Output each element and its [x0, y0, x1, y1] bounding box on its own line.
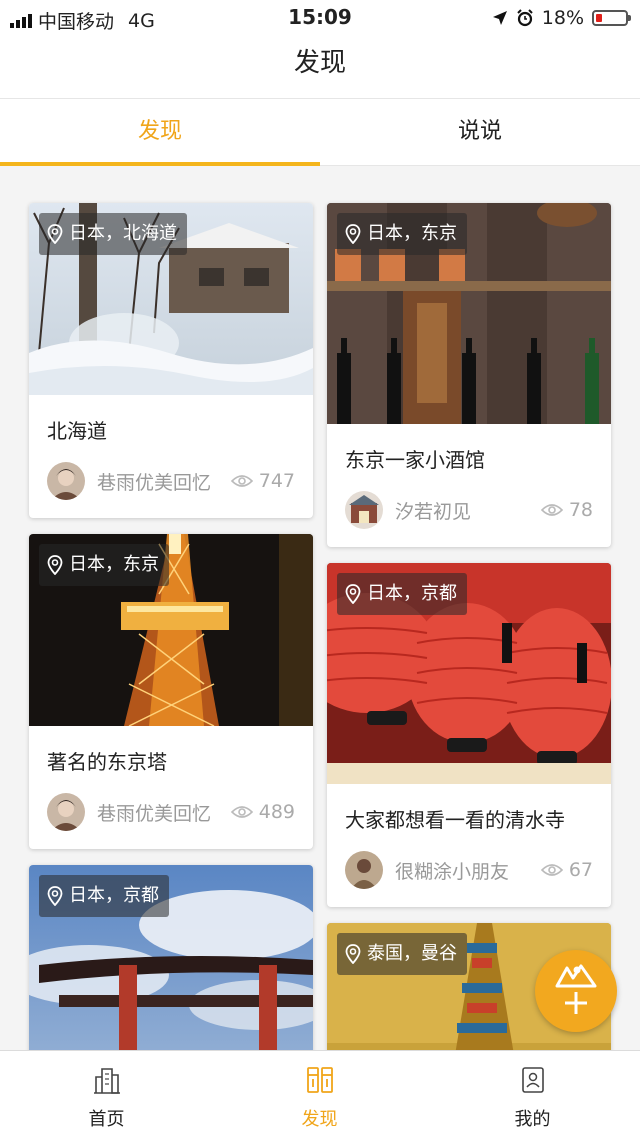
add-photo-icon — [555, 964, 597, 1014]
tab-profile[interactable]: 我的 — [426, 1051, 639, 1137]
building-icon — [93, 1068, 120, 1094]
author-name[interactable]: 巷雨优美回忆 — [97, 799, 231, 826]
location-pin-icon — [345, 224, 361, 244]
tab-discover[interactable]: 发现 — [0, 99, 320, 165]
location-tag: 日本，京都 — [39, 875, 169, 917]
nav-bar: 发现 — [0, 40, 640, 98]
tab-profile-label: 我的 — [514, 1109, 551, 1130]
location-pin-icon — [345, 944, 361, 964]
post-title: 北海道 — [47, 419, 107, 443]
red-lanterns-photo: 日本，京都 — [327, 563, 611, 784]
post-card[interactable]: 日本，东京 东京一家小酒馆 汐若初见 78 — [327, 203, 611, 547]
post-card[interactable]: 日本，京都 大家都想看一看的清水寺 很糊涂小朋友 67 — [327, 563, 611, 907]
tab-home[interactable]: 首页 — [0, 1051, 213, 1137]
feed-column-left: 日本，北海道 北海道 巷雨优美回忆 747 日本，东京 著名的东京塔 巷雨优美回… — [29, 203, 313, 1051]
profile-card-icon — [521, 1067, 544, 1093]
snowy-village-photo: 日本，北海道 — [29, 203, 313, 395]
post-card[interactable]: 日本，东京 著名的东京塔 巷雨优美回忆 489 — [29, 534, 313, 849]
tokyo-tower-photo: 日本，东京 — [29, 534, 313, 726]
bottom-tab-bar: 首页 发现 我的 — [0, 1050, 640, 1137]
alarm-icon — [517, 9, 533, 27]
battery-icon — [592, 10, 631, 26]
tab-discover-bottom[interactable]: 发现 — [213, 1051, 426, 1137]
discover-icon — [306, 1067, 333, 1093]
view-count: 78 — [568, 499, 593, 521]
post-card[interactable]: 日本，北海道 北海道 巷雨优美回忆 747 — [29, 203, 313, 518]
avatar[interactable] — [345, 851, 383, 889]
tab-home-label: 首页 — [88, 1109, 125, 1130]
location-tag: 泰国，曼谷 — [337, 933, 467, 975]
tab-posts[interactable]: 说说 — [320, 99, 640, 165]
segment-tabs: 发现 说说 — [0, 98, 640, 166]
new-post-button[interactable] — [535, 950, 617, 1032]
eye-icon — [540, 504, 563, 516]
location-tag: 日本，东京 — [39, 544, 169, 586]
location-pin-icon — [47, 224, 63, 244]
post-title: 著名的东京塔 — [47, 750, 167, 774]
avatar[interactable] — [47, 793, 85, 831]
eye-icon — [230, 806, 253, 818]
battery-percent: 18% — [541, 7, 584, 29]
location-tag: 日本，北海道 — [39, 213, 187, 255]
eye-icon — [540, 864, 563, 876]
tab-discover-label: 发现 — [301, 1109, 338, 1130]
author-name[interactable]: 很糊涂小朋友 — [395, 857, 541, 884]
page-title: 发现 — [293, 48, 346, 78]
avatar[interactable] — [345, 491, 383, 529]
eye-icon — [230, 475, 253, 487]
location-tag: 日本，东京 — [337, 213, 467, 255]
location-pin-icon — [47, 555, 63, 575]
location-pin-icon — [47, 886, 63, 906]
post-title: 东京一家小酒馆 — [345, 448, 485, 472]
view-count: 747 — [258, 470, 295, 492]
location-pin-icon — [345, 584, 361, 604]
avatar[interactable] — [47, 462, 85, 500]
location-arrow-icon — [492, 11, 507, 25]
location-tag: 日本，京都 — [337, 573, 467, 615]
feed-column-right: 日本，东京 东京一家小酒馆 汐若初见 78 日本，京都 大家都想看一看的清水寺 … — [327, 203, 611, 1051]
view-count: 67 — [568, 859, 593, 881]
post-card[interactable]: 日本，京都 — [29, 865, 313, 1051]
post-title: 大家都想看一看的清水寺 — [345, 808, 565, 832]
feed[interactable]: 日本，北海道 北海道 巷雨优美回忆 747 日本，东京 著名的东京塔 巷雨优美回… — [0, 165, 640, 1051]
view-count: 489 — [258, 801, 295, 823]
author-name[interactable]: 巷雨优美回忆 — [97, 468, 231, 495]
torii-gate-photo: 日本，京都 — [29, 865, 313, 1051]
status-bar: 中国移动 4G 15:09 18% — [0, 0, 640, 40]
author-name[interactable]: 汐若初见 — [395, 497, 541, 524]
sake-bar-photo: 日本，东京 — [327, 203, 611, 424]
